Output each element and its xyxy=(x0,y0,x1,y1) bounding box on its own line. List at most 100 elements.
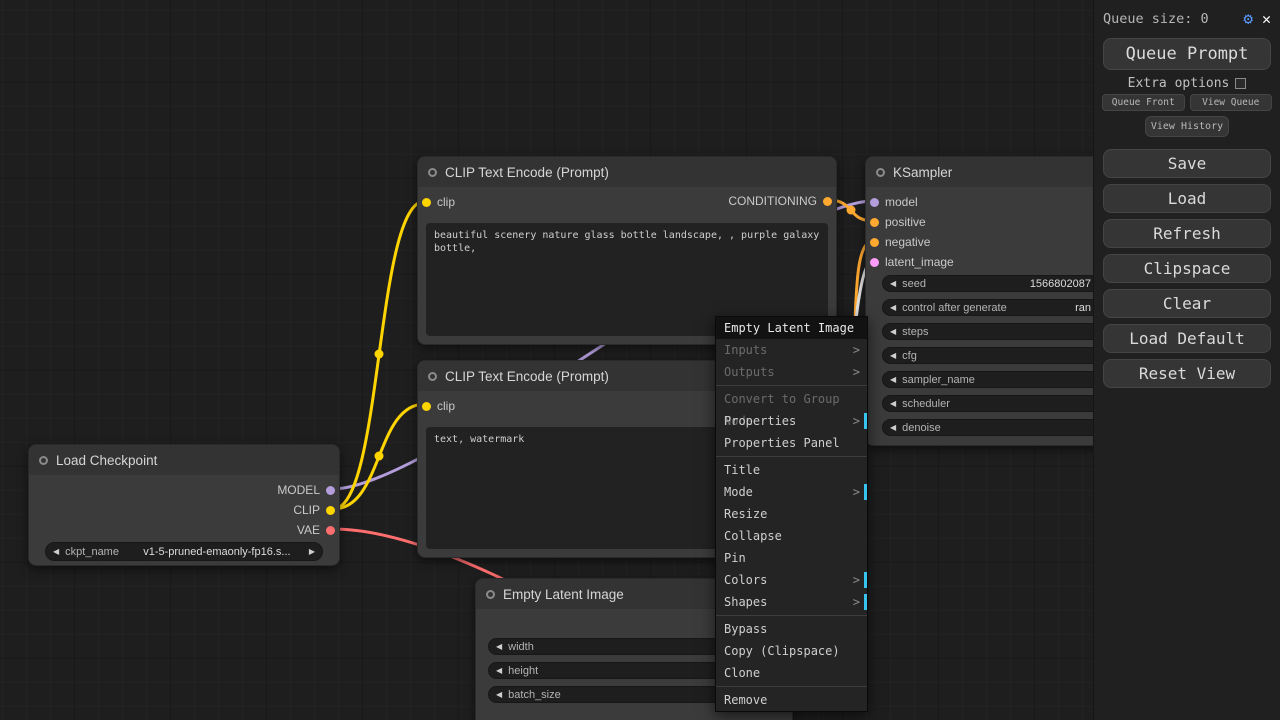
widget-prev-icon[interactable]: ◀ xyxy=(890,303,896,312)
menu-item-label: Remove xyxy=(724,693,767,707)
menu-item-remove[interactable]: Remove xyxy=(716,689,867,711)
input-label-positive: positive xyxy=(885,215,926,229)
widget-prev-icon[interactable]: ◀ xyxy=(496,642,502,651)
output-label-model: MODEL xyxy=(277,483,320,497)
menu-item-clone[interactable]: Clone xyxy=(716,662,867,684)
positive-input-slot[interactable] xyxy=(870,218,879,227)
clip-input-slot[interactable] xyxy=(422,402,431,411)
widget-next-icon[interactable]: ▶ xyxy=(309,547,315,556)
node-ksampler[interactable]: KSampler model positive negative latent_… xyxy=(865,156,1130,446)
collapse-dot-icon[interactable] xyxy=(39,456,48,465)
extra-options-checkbox[interactable] xyxy=(1235,78,1246,89)
menu-item-bypass[interactable]: Bypass xyxy=(716,618,867,640)
negative-input-slot[interactable] xyxy=(870,238,879,247)
sampler-name-widget[interactable]: ◀ sampler_name xyxy=(882,371,1115,388)
close-icon[interactable]: ✕ xyxy=(1262,10,1271,28)
collapse-dot-icon[interactable] xyxy=(876,168,885,177)
context-menu-title: Empty Latent Image xyxy=(716,317,867,339)
load-button[interactable]: Load xyxy=(1103,184,1271,213)
widget-label: seed xyxy=(902,278,926,290)
clip-input-slot[interactable] xyxy=(422,198,431,207)
menu-item-convert-to-group-node[interactable]: Convert to Group Node xyxy=(716,388,867,410)
cfg-widget[interactable]: ◀ cfg xyxy=(882,347,1115,364)
scheduler-widget[interactable]: ◀ scheduler xyxy=(882,395,1115,412)
widget-prev-icon[interactable]: ◀ xyxy=(890,279,896,288)
clear-button[interactable]: Clear xyxy=(1103,289,1271,318)
latent-image-input-slot[interactable] xyxy=(870,258,879,267)
collapse-dot-icon[interactable] xyxy=(428,168,437,177)
load-default-button[interactable]: Load Default xyxy=(1103,324,1271,353)
node-title-bar[interactable]: Load Checkpoint xyxy=(29,445,339,475)
widget-prev-icon[interactable]: ◀ xyxy=(890,351,896,360)
node-title: Empty Latent Image xyxy=(503,587,624,602)
widget-prev-icon[interactable]: ◀ xyxy=(53,547,59,556)
menu-item-title[interactable]: Title xyxy=(716,459,867,481)
menu-item-properties[interactable]: Properties > xyxy=(716,410,867,432)
node-title-bar[interactable]: CLIP Text Encode (Prompt) xyxy=(418,157,836,187)
menu-item-outputs[interactable]: Outputs > xyxy=(716,361,867,383)
save-button[interactable]: Save xyxy=(1103,149,1271,178)
queue-front-button[interactable]: Queue Front xyxy=(1102,94,1185,111)
menu-item-properties-panel[interactable]: Properties Panel xyxy=(716,432,867,454)
node-title: CLIP Text Encode (Prompt) xyxy=(445,369,609,384)
menu-item-label: Colors xyxy=(724,573,767,587)
queue-size-label: Queue size: 0 xyxy=(1103,11,1209,27)
reset-view-button[interactable]: Reset View xyxy=(1103,359,1271,388)
control-after-generate-widget[interactable]: ◀ control after generate ran xyxy=(882,299,1115,316)
menu-item-shapes[interactable]: Shapes > xyxy=(716,591,867,613)
menu-item-label: Resize xyxy=(724,507,767,521)
output-label-conditioning: CONDITIONING xyxy=(728,194,817,208)
node-title: CLIP Text Encode (Prompt) xyxy=(445,165,609,180)
vae-output-slot[interactable] xyxy=(326,526,335,535)
denoise-widget[interactable]: ◀ denoise xyxy=(882,419,1115,436)
input-label-model: model xyxy=(885,195,918,209)
submenu-arrow-icon: > xyxy=(853,569,860,591)
node-load-checkpoint[interactable]: Load Checkpoint MODEL CLIP VAE ◀ ckpt_na… xyxy=(28,444,340,566)
ckpt-name-widget[interactable]: ◀ ckpt_name v1-5-pruned-emaonly-fp16.s..… xyxy=(45,542,323,561)
refresh-button[interactable]: Refresh xyxy=(1103,219,1271,248)
input-label-latent-image: latent_image xyxy=(885,255,954,269)
menu-item-label: Bypass xyxy=(724,622,767,636)
clipspace-button[interactable]: Clipspace xyxy=(1103,254,1271,283)
widget-prev-icon[interactable]: ◀ xyxy=(890,423,896,432)
node-title-bar[interactable]: KSampler xyxy=(866,157,1129,187)
node-title: Load Checkpoint xyxy=(56,453,157,468)
widget-prev-icon[interactable]: ◀ xyxy=(890,327,896,336)
menu-item-label: Pin xyxy=(724,551,746,565)
context-menu: Empty Latent Image Inputs > Outputs > Co… xyxy=(715,316,868,712)
settings-gear-icon[interactable]: ⚙ xyxy=(1243,9,1253,28)
seed-widget[interactable]: ◀ seed 1566802087 xyxy=(882,275,1115,292)
widget-value: 1566802087 xyxy=(1030,278,1091,290)
menu-item-label: Copy (Clipspace) xyxy=(724,644,840,658)
graph-canvas[interactable]: Load Checkpoint MODEL CLIP VAE ◀ ckpt_na… xyxy=(0,0,1280,720)
collapse-dot-icon[interactable] xyxy=(428,372,437,381)
menu-item-label: Properties Panel xyxy=(724,436,840,450)
model-input-slot[interactable] xyxy=(870,198,879,207)
conditioning-output-slot[interactable] xyxy=(823,197,832,206)
menu-item-colors[interactable]: Colors > xyxy=(716,569,867,591)
widget-prev-icon[interactable]: ◀ xyxy=(890,399,896,408)
clip-output-slot[interactable] xyxy=(326,506,335,515)
menu-item-label: Properties xyxy=(724,414,796,428)
view-queue-button[interactable]: View Queue xyxy=(1190,94,1273,111)
menu-item-mode[interactable]: Mode > xyxy=(716,481,867,503)
menu-item-pin[interactable]: Pin xyxy=(716,547,867,569)
menu-item-copy-clipspace[interactable]: Copy (Clipspace) xyxy=(716,640,867,662)
widget-prev-icon[interactable]: ◀ xyxy=(496,666,502,675)
collapse-dot-icon[interactable] xyxy=(486,590,495,599)
widget-prev-icon[interactable]: ◀ xyxy=(496,690,502,699)
view-history-button[interactable]: View History xyxy=(1145,116,1229,137)
menu-separator xyxy=(716,615,867,616)
widget-label: batch_size xyxy=(508,689,561,701)
menu-separator xyxy=(716,385,867,386)
queue-prompt-button[interactable]: Queue Prompt xyxy=(1103,38,1271,70)
widget-prev-icon[interactable]: ◀ xyxy=(890,375,896,384)
widget-value: v1-5-pruned-emaonly-fp16.s... xyxy=(125,546,309,558)
menu-item-collapse[interactable]: Collapse xyxy=(716,525,867,547)
menu-item-inputs[interactable]: Inputs > xyxy=(716,339,867,361)
model-output-slot[interactable] xyxy=(326,486,335,495)
widget-label: steps xyxy=(902,326,928,338)
output-label-clip: CLIP xyxy=(293,503,320,517)
steps-widget[interactable]: ◀ steps xyxy=(882,323,1115,340)
menu-item-resize[interactable]: Resize xyxy=(716,503,867,525)
